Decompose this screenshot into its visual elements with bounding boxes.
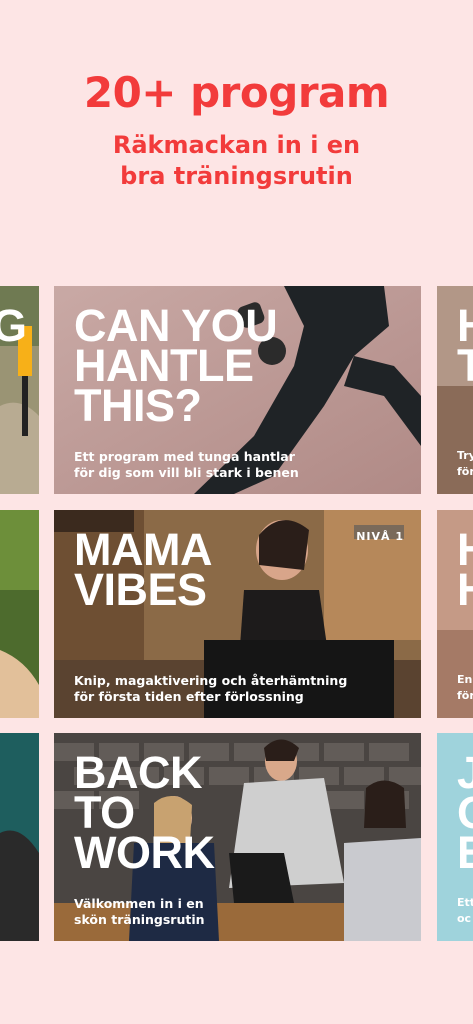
program-title: CAN YOU HANTLE THIS? [74,300,278,431]
program-description: Ett program med tunga hantlar för dig so… [74,449,299,480]
peek-letters: H T [457,303,473,391]
program-carousel-row-2[interactable]: NIVÅ 1 MAMA VIBES Knip, magaktivering oc… [0,510,473,718]
hero-subtitle: Räkmackan in i en bra träningsrutin [0,130,473,192]
program-card-peek-left[interactable] [0,733,39,941]
program-card-peek-left[interactable]: G [0,286,39,494]
program-title: MAMA VIBES [74,524,212,615]
program-card-peek-left[interactable] [0,510,39,718]
program-card-mama-vibes[interactable]: NIVÅ 1 MAMA VIBES Knip, magaktivering oc… [54,510,421,718]
peek-description: En för [457,673,473,702]
program-card-peek-right[interactable]: J O E Ett oc [437,733,473,941]
hero-subtitle-line-2: bra träningsrutin [120,162,353,190]
hero-subtitle-line-1: Räkmackan in i en [112,131,361,159]
program-card-peek-right[interactable]: H H En för [437,510,473,718]
program-card-peek-right[interactable]: H T Try för [437,286,473,494]
program-description: Knip, magaktivering och återhämtning för… [74,673,348,704]
hero-title: 20+ program [83,68,390,117]
program-description: Välkommen in i en skön träningsrutin [74,896,205,927]
program-card-can-you-hantle-this[interactable]: CAN YOU HANTLE THIS? Ett program med tun… [54,286,421,494]
program-carousel-row-1[interactable]: G CAN YOU HANTLE THIS? Ett program med t… [0,286,473,494]
program-title: BACK TO WORK [74,747,215,878]
peek-letters: J O E [457,747,473,878]
level-badge: NIVÅ 1 [356,530,404,543]
program-card-back-to-work[interactable]: BACK TO WORK Välkommen in i en skön trän… [54,733,421,941]
peek-description: Try för [457,449,473,478]
program-carousel-row-3[interactable]: BACK TO WORK Välkommen in i en skön trän… [0,733,473,941]
peek-letter: G [0,300,28,351]
peek-letters: H H [457,527,473,612]
peek-description: Ett oc [457,896,473,925]
